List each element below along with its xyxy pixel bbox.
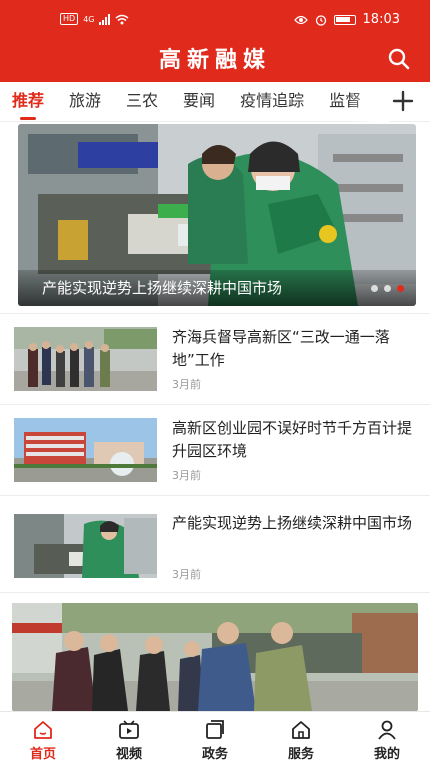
news-item[interactable]: 高新区创业园不误好时节千方百计提升园区环境 3月前	[0, 405, 430, 495]
tab-travel[interactable]: 旅游	[69, 82, 101, 122]
tab-recommend[interactable]: 推荐	[12, 82, 44, 122]
nav-label: 视频	[115, 747, 142, 762]
nav-home[interactable]: 首页	[0, 712, 86, 765]
search-icon[interactable]	[386, 46, 412, 72]
app-title: 高新融媒	[158, 47, 271, 73]
news-time: 3月前	[172, 378, 201, 391]
status-bar: HD 4G 18:03	[0, 0, 430, 40]
news-time: 3月前	[172, 469, 201, 482]
status-left: HD 4G	[60, 13, 129, 25]
tab-list: 推荐 旅游 三农 要闻 疫情追踪 监督	[12, 82, 387, 122]
profile-icon	[378, 720, 396, 740]
status-right: 18:03	[293, 12, 400, 27]
banner-carousel[interactable]: 产能实现逆势上扬继续深耕中国市场	[18, 124, 416, 306]
banner-title: 产能实现逆势上扬继续深耕中国市场	[42, 279, 283, 297]
video-icon	[119, 720, 139, 739]
carousel-dot-active[interactable]	[397, 285, 404, 292]
featured-photo[interactable]	[12, 603, 418, 711]
news-title: 齐海兵督导高新区“三改一通一落地”工作	[172, 328, 390, 369]
tab-headlines[interactable]: 要闻	[183, 82, 215, 122]
alarm-icon	[315, 14, 326, 26]
service-icon	[292, 721, 310, 739]
nav-government[interactable]: 政务	[172, 712, 258, 765]
carousel-dot[interactable]	[384, 285, 391, 292]
news-item[interactable]: 产能实现逆势上扬继续深耕中国市场 3月前	[0, 496, 430, 592]
news-thumbnail	[14, 418, 157, 482]
wifi-icon	[116, 14, 129, 24]
nav-video[interactable]: 视频	[86, 712, 172, 765]
nav-label: 服务	[287, 747, 314, 762]
nav-label: 我的	[373, 747, 400, 762]
news-time: 3月前	[172, 568, 201, 581]
news-title: 高新区创业园不误好时节千方百计提升园区环境	[172, 419, 413, 460]
eye-icon	[293, 15, 308, 24]
carousel-dots	[371, 285, 404, 292]
carousel-dot[interactable]	[371, 285, 378, 292]
tab-fade	[350, 82, 390, 122]
nav-profile[interactable]: 我的	[344, 712, 430, 765]
news-thumbnail	[14, 327, 157, 391]
network-badge: HD	[60, 13, 79, 25]
government-icon	[206, 720, 224, 739]
nav-label: 首页	[29, 747, 56, 762]
news-title: 产能实现逆势上扬继续深耕中国市场	[172, 514, 413, 532]
nav-service[interactable]: 服务	[258, 712, 344, 765]
news-item[interactable]: 齐海兵督导高新区“三改一通一落地”工作 3月前	[0, 314, 430, 404]
status-time: 18:03	[362, 12, 400, 27]
news-thumbnail	[14, 514, 157, 578]
battery-icon	[333, 14, 356, 25]
home-icon	[34, 721, 52, 739]
signal-icon	[99, 13, 111, 25]
category-tabs: 推荐 旅游 三农 要闻 疫情追踪 监督	[0, 82, 430, 122]
tab-agriculture[interactable]: 三农	[126, 82, 158, 122]
bottom-nav: 首页 视频 政务 服务 我的	[0, 711, 430, 765]
plus-icon[interactable]	[390, 88, 416, 114]
signal-label: 4G	[83, 14, 95, 24]
app-header: HD 4G 18:03 高新融媒	[0, 0, 430, 82]
divider	[0, 592, 430, 593]
tab-epidemic[interactable]: 疫情追踪	[240, 82, 304, 122]
nav-label: 政务	[201, 747, 228, 762]
